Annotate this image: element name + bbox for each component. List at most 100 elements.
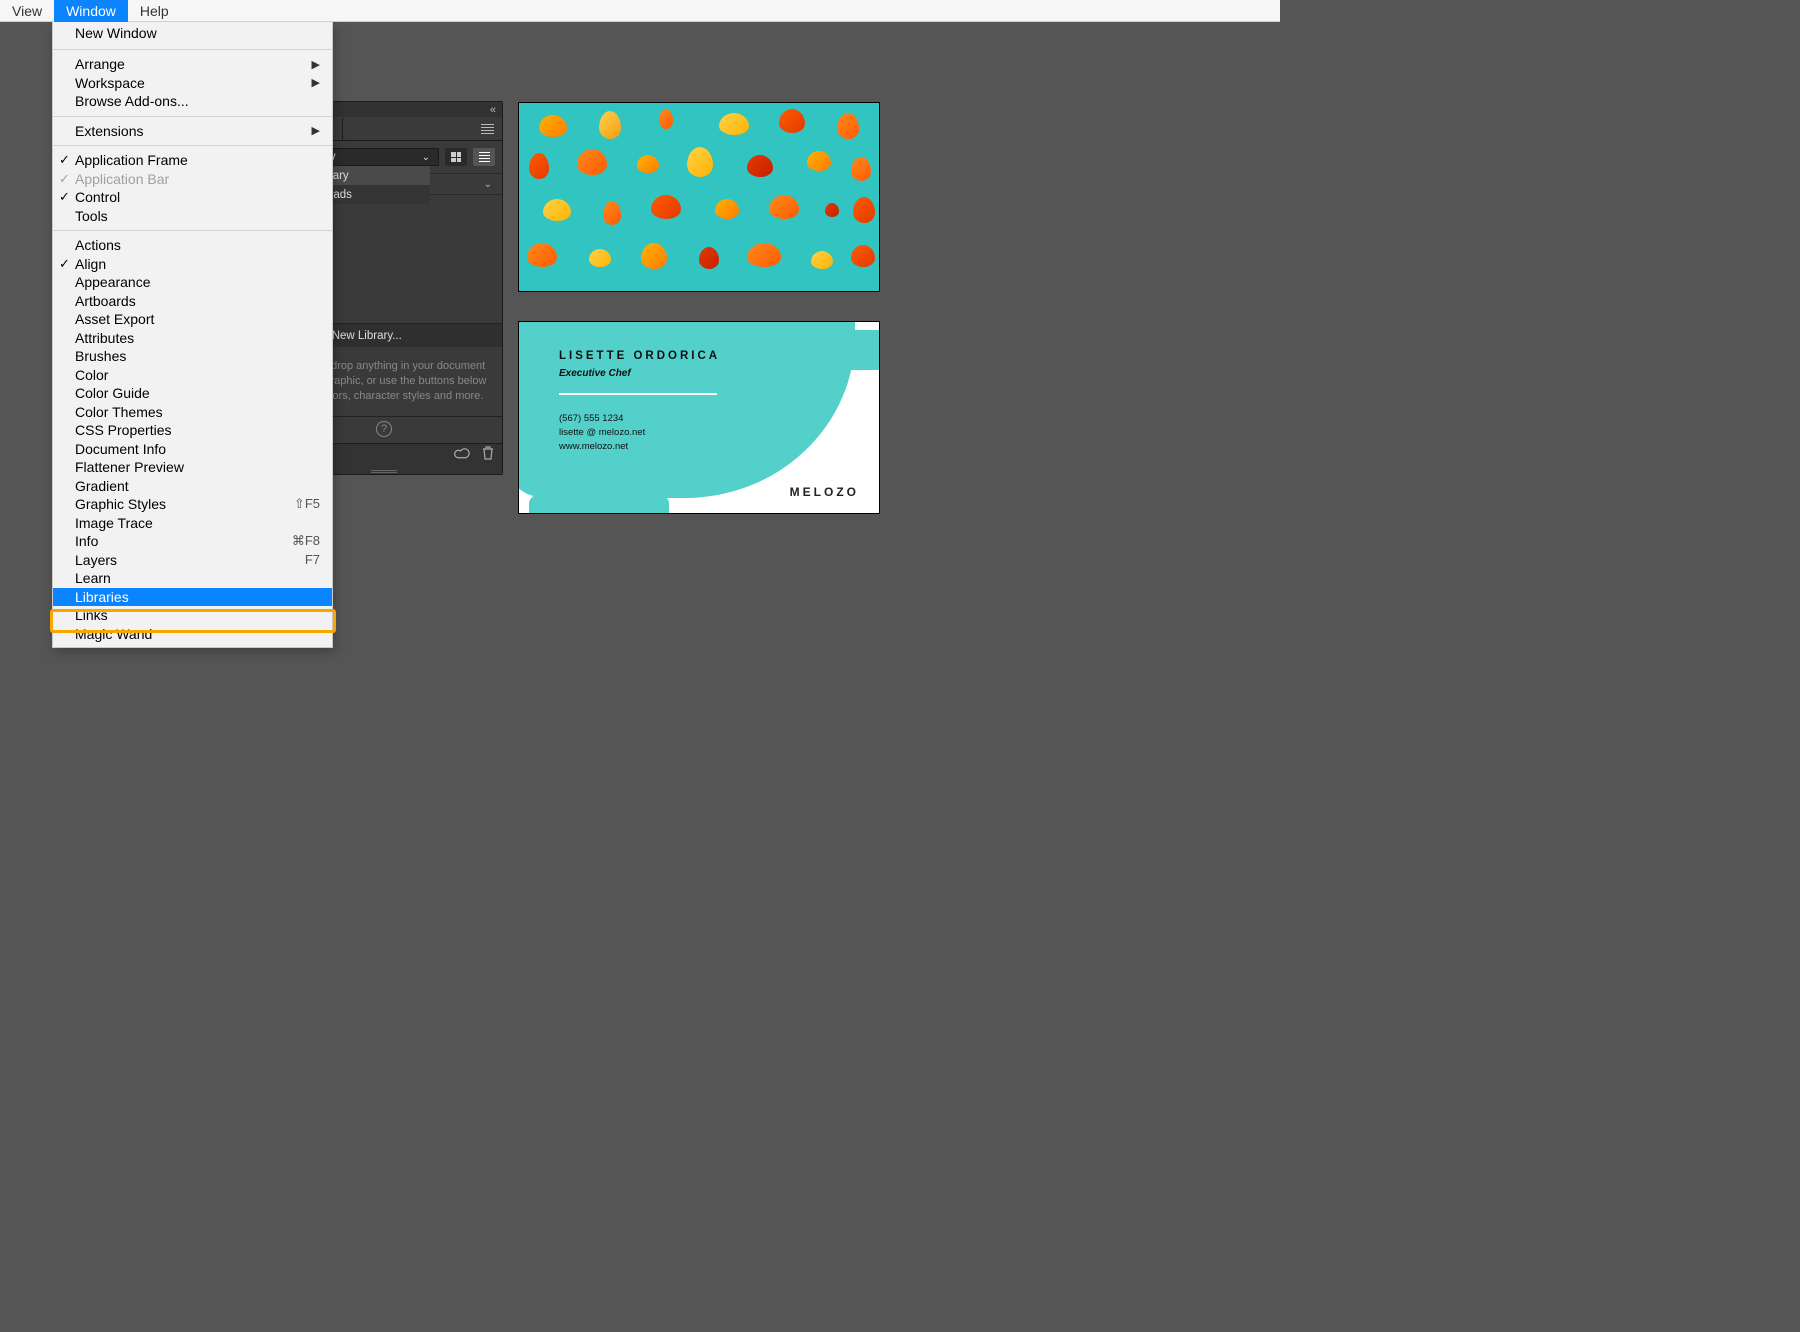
menu-actions[interactable]: Actions	[53, 236, 332, 255]
menu-gradient[interactable]: Gradient	[53, 477, 332, 496]
menu-image-trace[interactable]: Image Trace	[53, 514, 332, 533]
artboard-peppers[interactable]	[518, 102, 880, 292]
pepper-shape	[543, 199, 571, 221]
menu-label: Application Bar	[75, 171, 169, 187]
separator	[53, 145, 332, 146]
menu-brushes[interactable]: Brushes	[53, 347, 332, 366]
menu-label: Libraries	[75, 589, 129, 605]
card-title: Executive Chef	[559, 368, 720, 379]
pepper-shape	[719, 113, 749, 135]
menu-label: Attributes	[75, 330, 134, 346]
creative-cloud-icon[interactable]	[454, 448, 472, 463]
card-phone: (567) 555 1234	[559, 413, 720, 424]
menu-label: Graphic Styles	[75, 496, 166, 512]
menu-info[interactable]: Info⌘F8	[53, 532, 332, 551]
menu-label: Actions	[75, 237, 121, 253]
menu-application-bar: ✓Application Bar	[53, 170, 332, 189]
separator	[53, 116, 332, 117]
menu-label: Info	[75, 533, 98, 549]
menu-help[interactable]: Help	[128, 0, 181, 22]
submenu-arrow-icon: ▶	[312, 58, 320, 71]
menu-graphic-styles[interactable]: Graphic Styles⇧F5	[53, 495, 332, 514]
grid-view-button[interactable]	[445, 148, 467, 166]
menu-label: Arrange	[75, 56, 125, 72]
menu-label: Artboards	[75, 293, 136, 309]
pepper-shape	[825, 203, 839, 217]
menu-label: New Window	[75, 25, 157, 41]
check-icon: ✓	[59, 256, 70, 272]
menu-css-properties[interactable]: CSS Properties	[53, 421, 332, 440]
pepper-shape	[811, 251, 833, 269]
pepper-shape	[637, 155, 659, 173]
menu-asset-export[interactable]: Asset Export	[53, 310, 332, 329]
menu-links[interactable]: Links	[53, 606, 332, 625]
pepper-shape	[853, 197, 875, 223]
menu-attributes[interactable]: Attributes	[53, 329, 332, 348]
menu-application-frame[interactable]: ✓Application Frame	[53, 151, 332, 170]
shortcut-label: F7	[305, 552, 320, 567]
menu-color[interactable]: Color	[53, 366, 332, 385]
menu-label: Brushes	[75, 348, 126, 364]
pepper-shape	[527, 243, 557, 267]
menu-arrange[interactable]: Arrange ▶	[53, 55, 332, 74]
pepper-shape	[851, 245, 875, 267]
menu-artboards[interactable]: Artboards	[53, 292, 332, 311]
menu-label: Application Frame	[75, 152, 188, 168]
menu-flattener-preview[interactable]: Flattener Preview	[53, 458, 332, 477]
menu-label: Color Guide	[75, 385, 150, 401]
pepper-shape	[599, 111, 621, 139]
pepper-shape	[747, 155, 773, 177]
pepper-shape	[687, 147, 713, 177]
menu-label: Gradient	[75, 478, 129, 494]
menu-label: Learn	[75, 570, 111, 586]
panel-menu-icon[interactable]	[481, 124, 494, 134]
pepper-shape	[529, 153, 549, 179]
artboard-business-card[interactable]: LISETTE ORDORICA Executive Chef (567) 55…	[518, 321, 880, 514]
menu-appearance[interactable]: Appearance	[53, 273, 332, 292]
chevron-down-icon: ⌄	[484, 179, 492, 190]
menu-view[interactable]: View	[0, 0, 54, 22]
pepper-shape	[747, 243, 781, 267]
check-icon: ✓	[59, 189, 70, 205]
menu-tools[interactable]: Tools	[53, 207, 332, 226]
pepper-shape	[641, 243, 667, 269]
menu-libraries[interactable]: Libraries	[53, 588, 332, 607]
collapse-icon[interactable]: «	[490, 104, 496, 116]
menu-label: Workspace	[75, 75, 145, 91]
separator	[53, 49, 332, 50]
window-dropdown: New Window Arrange ▶ Workspace▶ Browse Ad…	[52, 22, 333, 648]
menu-browse-addons[interactable]: Browse Add-ons...	[53, 92, 332, 111]
pepper-shape	[699, 247, 719, 269]
menu-magic-wand[interactable]: Magic Wand	[53, 625, 332, 644]
menu-label: Document Info	[75, 441, 166, 457]
grid-icon	[451, 152, 461, 162]
menu-color-themes[interactable]: Color Themes	[53, 403, 332, 422]
menu-label: Links	[75, 607, 108, 623]
menu-window[interactable]: Window	[54, 0, 128, 22]
menu-label: Image Trace	[75, 515, 153, 531]
menu-new-window[interactable]: New Window	[53, 22, 332, 44]
list-view-button[interactable]	[473, 148, 495, 166]
menu-workspace[interactable]: Workspace▶	[53, 74, 332, 93]
trash-icon[interactable]	[482, 446, 494, 465]
menu-learn[interactable]: Learn	[53, 569, 332, 588]
menu-label: Control	[75, 189, 120, 205]
card-splash-shape	[767, 330, 880, 370]
menu-label: Magic Wand	[75, 626, 152, 642]
menu-align[interactable]: ✓Align	[53, 255, 332, 274]
menubar: View Window Help	[0, 0, 1280, 22]
menu-color-guide[interactable]: Color Guide	[53, 384, 332, 403]
list-icon	[479, 152, 490, 163]
help-icon: ?	[376, 421, 392, 437]
pepper-shape	[603, 201, 621, 225]
pepper-shape	[851, 157, 871, 181]
pepper-shape	[769, 195, 799, 219]
menu-layers[interactable]: LayersF7	[53, 551, 332, 570]
pepper-shape	[837, 113, 859, 139]
pepper-shape	[715, 199, 739, 219]
menu-extensions[interactable]: Extensions▶	[53, 122, 332, 141]
menu-document-info[interactable]: Document Info	[53, 440, 332, 459]
pepper-shape	[659, 109, 673, 129]
pepper-shape	[577, 149, 607, 175]
menu-control[interactable]: ✓ Control	[53, 188, 332, 207]
